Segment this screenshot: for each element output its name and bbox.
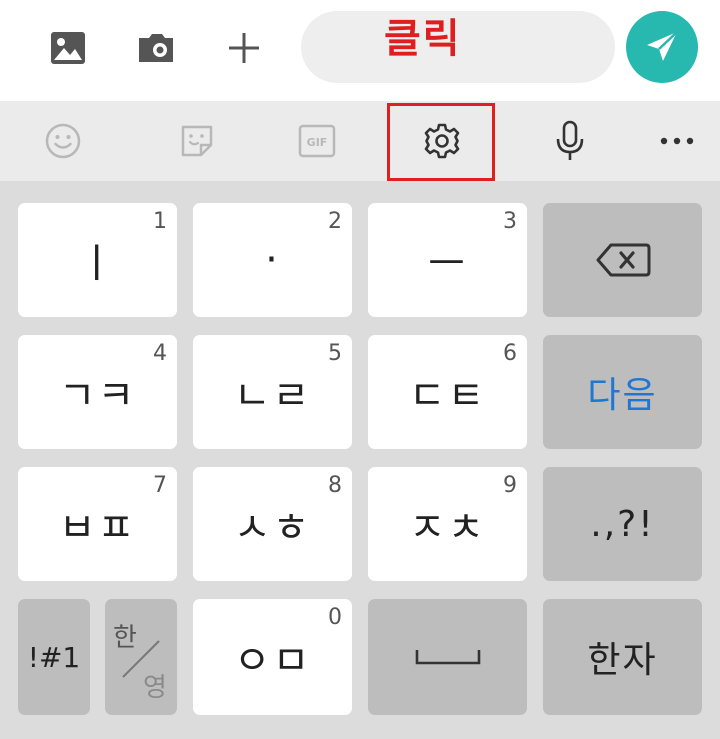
voice-input-button[interactable] <box>525 101 615 181</box>
image-icon[interactable] <box>40 22 96 74</box>
key-label: ㄷㅌ <box>408 373 487 419</box>
key-number: 9 <box>503 473 517 498</box>
key-giyeok-kieuk[interactable]: 4 ㄱㅋ <box>18 335 177 449</box>
hanja-key[interactable]: 한자 <box>543 599 702 715</box>
key-number: 2 <box>328 209 342 234</box>
space-icon <box>415 650 480 665</box>
send-icon <box>647 31 678 61</box>
key-label: ㅇㅁ <box>233 638 312 684</box>
key-digeut-tieut[interactable]: 6 ㄷㅌ <box>368 335 527 449</box>
symbol-key[interactable]: !#1 <box>18 599 90 715</box>
sticker-button[interactable] <box>152 101 242 181</box>
key-vowel-i[interactable]: 1 ㅣ <box>18 203 177 317</box>
key-label: ㅈㅊ <box>408 505 487 551</box>
gif-icon: GIF <box>307 136 328 149</box>
key-vowel-eu[interactable]: 3 ㅡ <box>368 203 527 317</box>
punctuation-key-label: .,?! <box>590 503 655 545</box>
key-number: 8 <box>328 473 342 498</box>
key-label: · <box>265 237 280 283</box>
key-label: ㄴㄹ <box>233 373 312 419</box>
click-annotation-label: 클릭 <box>384 16 462 62</box>
backspace-key[interactable] <box>543 203 702 317</box>
emoji-icon <box>45 123 81 159</box>
emoji-button[interactable] <box>18 101 108 181</box>
space-key[interactable] <box>368 599 527 715</box>
key-number: 7 <box>153 473 167 498</box>
key-siot-hieut[interactable]: 8 ㅅㅎ <box>193 467 352 581</box>
key-number: 1 <box>153 209 167 234</box>
key-number: 0 <box>328 605 342 630</box>
send-button[interactable] <box>626 11 698 83</box>
language-toggle-key[interactable]: 한 영 <box>105 599 177 715</box>
message-input-bar: 클릭 <box>0 0 720 101</box>
symbol-key-label: !#1 <box>27 640 81 674</box>
key-nieun-rieul[interactable]: 5 ㄴㄹ <box>193 335 352 449</box>
hanja-key-label: 한자 <box>587 640 658 681</box>
microphone-icon <box>556 120 584 160</box>
more-icon <box>660 137 694 145</box>
key-label: ㅡ <box>428 241 467 287</box>
lang-english-label: 영 <box>143 673 167 703</box>
punctuation-key[interactable]: .,?! <box>543 467 702 581</box>
key-label: ㅣ <box>78 241 117 287</box>
key-number: 4 <box>153 341 167 366</box>
key-number: 3 <box>503 209 517 234</box>
key-bieup-pieup[interactable]: 7 ㅂㅍ <box>18 467 177 581</box>
key-label: ㅂㅍ <box>58 505 137 551</box>
next-key[interactable]: 다음 <box>543 335 702 449</box>
key-vowel-dot[interactable]: 2 · <box>193 203 352 317</box>
keyboard-toolbar: GIF <box>0 101 720 181</box>
next-key-label: 다음 <box>587 375 658 416</box>
gif-button[interactable]: GIF <box>272 101 362 181</box>
key-jieut-chieut[interactable]: 9 ㅈㅊ <box>368 467 527 581</box>
sticker-icon <box>181 125 213 157</box>
key-number: 6 <box>503 341 517 366</box>
key-ieung-mieum[interactable]: 0 ㅇㅁ <box>193 599 352 715</box>
key-label: ㅅㅎ <box>233 505 312 551</box>
plus-icon[interactable] <box>216 22 272 74</box>
click-highlight-box <box>387 103 495 181</box>
more-button[interactable] <box>632 101 720 181</box>
backspace-icon <box>596 243 650 277</box>
key-number: 5 <box>328 341 342 366</box>
key-label: ㄱㅋ <box>58 373 137 419</box>
camera-icon[interactable] <box>128 22 184 74</box>
